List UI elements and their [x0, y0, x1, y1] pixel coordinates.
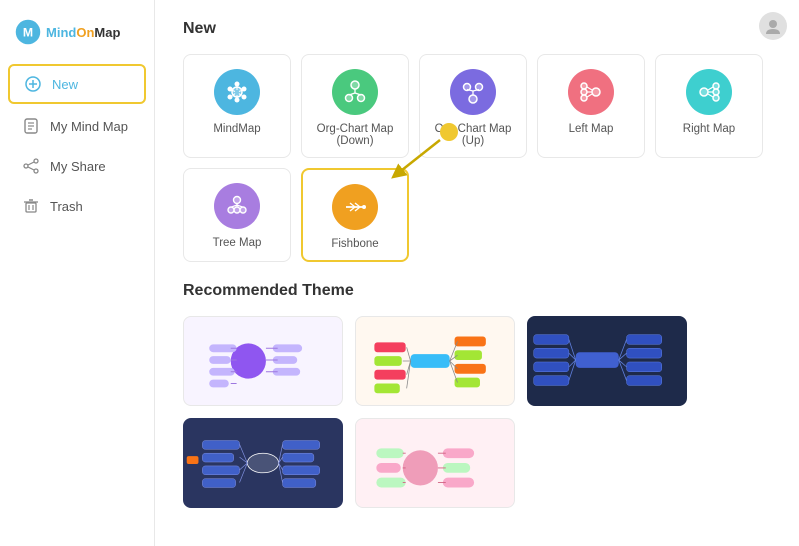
theme-2-preview [356, 317, 514, 405]
user-avatar-area[interactable] [759, 12, 787, 40]
svg-text:M: M [23, 25, 33, 39]
sidebar-item-trash[interactable]: Trash [8, 188, 146, 224]
map-card-right-map[interactable]: Right Map [655, 54, 763, 158]
file-icon [22, 117, 40, 135]
map-card-org-chart-down[interactable]: Org-Chart Map (Down) [301, 54, 409, 158]
new-section-title: New [183, 20, 771, 38]
map-card-mindmap[interactable]: MindMap [183, 54, 291, 158]
plus-icon [24, 75, 42, 93]
org-chart-down-icon [332, 69, 378, 115]
trash-icon [22, 197, 40, 215]
mindmap-icon [214, 69, 260, 115]
user-avatar[interactable] [759, 12, 787, 40]
sidebar-item-new[interactable]: New [8, 64, 146, 104]
main-content: New MindMap Org-Chart Map (Down) [155, 0, 799, 546]
tree-map-label: Tree Map [213, 237, 262, 249]
sidebar-item-my-share-label: My Share [50, 159, 106, 174]
org-chart-up-icon [450, 69, 496, 115]
theme-grid [183, 316, 771, 508]
logo-text: MindOnMap [46, 25, 120, 40]
right-map-label: Right Map [683, 123, 735, 135]
org-chart-down-label: Org-Chart Map (Down) [310, 123, 400, 147]
theme-1-preview [184, 317, 342, 405]
sidebar-item-new-label: New [52, 77, 78, 92]
sidebar-item-my-mind-map[interactable]: My Mind Map [8, 108, 146, 144]
sidebar-item-my-share[interactable]: My Share [8, 148, 146, 184]
map-card-left-map[interactable]: Left Map [537, 54, 645, 158]
maps-grid: MindMap Org-Chart Map (Down) Org-Chart M… [183, 54, 771, 262]
left-map-label: Left Map [569, 123, 614, 135]
right-map-icon [686, 69, 732, 115]
sidebar-item-my-mind-map-label: My Mind Map [50, 119, 128, 134]
theme-card-2[interactable] [355, 316, 515, 406]
logo: M MindOnMap [0, 10, 154, 62]
recommended-theme-title: Recommended Theme [183, 282, 771, 300]
fishbone-icon [332, 184, 378, 230]
fishbone-label: Fishbone [331, 238, 378, 250]
theme-card-3[interactable] [527, 316, 687, 406]
org-chart-up-label: Org-Chart Map (Up) [428, 123, 518, 147]
theme-3-preview [528, 317, 686, 405]
theme-card-4[interactable] [183, 418, 343, 508]
theme-card-5[interactable] [355, 418, 515, 508]
theme-5-preview [356, 419, 514, 507]
tree-map-icon [214, 183, 260, 229]
theme-card-1[interactable] [183, 316, 343, 406]
mindmap-label: MindMap [213, 123, 260, 135]
map-card-tree-map[interactable]: Tree Map [183, 168, 291, 262]
left-map-icon [568, 69, 614, 115]
theme-4-preview [184, 419, 342, 507]
sidebar-item-trash-label: Trash [50, 199, 83, 214]
share-icon [22, 157, 40, 175]
sidebar: M MindOnMap New My Mind Map My Share [0, 0, 155, 546]
map-card-org-chart-up[interactable]: Org-Chart Map (Up) [419, 54, 527, 158]
map-card-fishbone[interactable]: Fishbone [301, 168, 409, 262]
logo-icon: M [14, 18, 42, 46]
